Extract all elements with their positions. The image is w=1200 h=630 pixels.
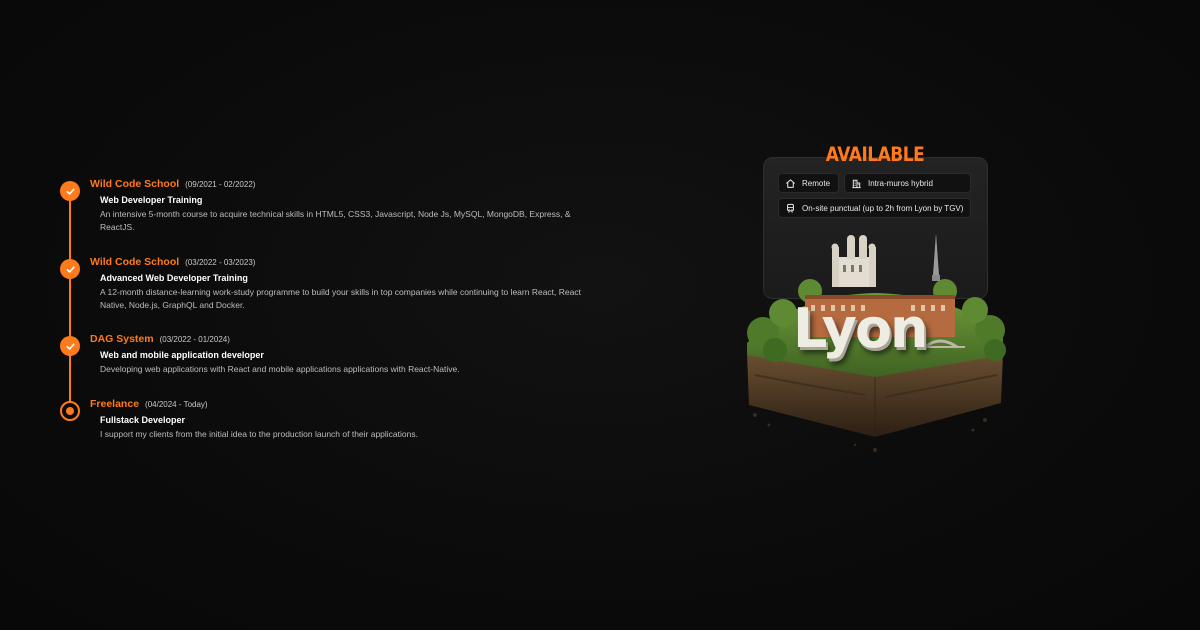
entry-role: Web and mobile application developer bbox=[100, 350, 264, 360]
train-icon bbox=[787, 203, 794, 213]
check-icon bbox=[60, 181, 80, 201]
availability-title: AVAILABLE bbox=[825, 143, 925, 167]
entry-role: Web Developer Training bbox=[100, 195, 203, 205]
building-icon bbox=[852, 179, 861, 188]
chip-hybrid: Intra-muros hybrid bbox=[844, 173, 971, 193]
chip-label: On-site punctual (up to 2h from Lyon by … bbox=[802, 203, 964, 213]
check-icon bbox=[60, 259, 80, 279]
entry-organization: Freelance bbox=[90, 398, 140, 410]
entry-description: I support my clients from the initial id… bbox=[100, 429, 418, 439]
entry-organization: Wild Code School bbox=[90, 178, 180, 190]
chip-label: Remote bbox=[802, 178, 831, 188]
timeline-entry-3: DAG System (03/2022 - 01/2024) Web and m… bbox=[60, 333, 590, 376]
current-dot-icon bbox=[60, 401, 80, 421]
timeline-entry-2: Wild Code School (03/2022 - 03/2023) Adv… bbox=[60, 256, 590, 312]
check-icon bbox=[60, 336, 80, 356]
chip-remote: Remote bbox=[778, 173, 839, 193]
timeline-entry-4: Freelance (04/2024 - Today) Fullstack De… bbox=[60, 398, 590, 441]
entry-organization: DAG System bbox=[90, 333, 154, 345]
entry-role: Advanced Web Developer Training bbox=[100, 273, 248, 283]
entry-description: An intensive 5-month course to acquire t… bbox=[100, 209, 571, 232]
entry-role: Fullstack Developer bbox=[100, 415, 186, 425]
timeline-entry-1: Wild Code School (09/2021 - 02/2022) Web… bbox=[60, 178, 590, 234]
entry-dates: (03/2022 - 03/2023) bbox=[185, 258, 256, 267]
entry-dates: (09/2021 - 02/2022) bbox=[185, 180, 256, 189]
home-icon bbox=[786, 178, 795, 188]
chip-onsite: On-site punctual (up to 2h from Lyon by … bbox=[778, 198, 971, 218]
entry-description: Developing web applications with React a… bbox=[100, 364, 460, 374]
chip-label: Intra-muros hybrid bbox=[868, 178, 933, 188]
entry-dates: (04/2024 - Today) bbox=[145, 400, 208, 409]
entry-dates: (03/2022 - 01/2024) bbox=[159, 335, 230, 344]
entry-organization: Wild Code School bbox=[90, 256, 180, 268]
lyon-city-label: Lyon bbox=[793, 297, 928, 360]
entry-description: A 12-month distance-learning work-study … bbox=[100, 287, 581, 310]
